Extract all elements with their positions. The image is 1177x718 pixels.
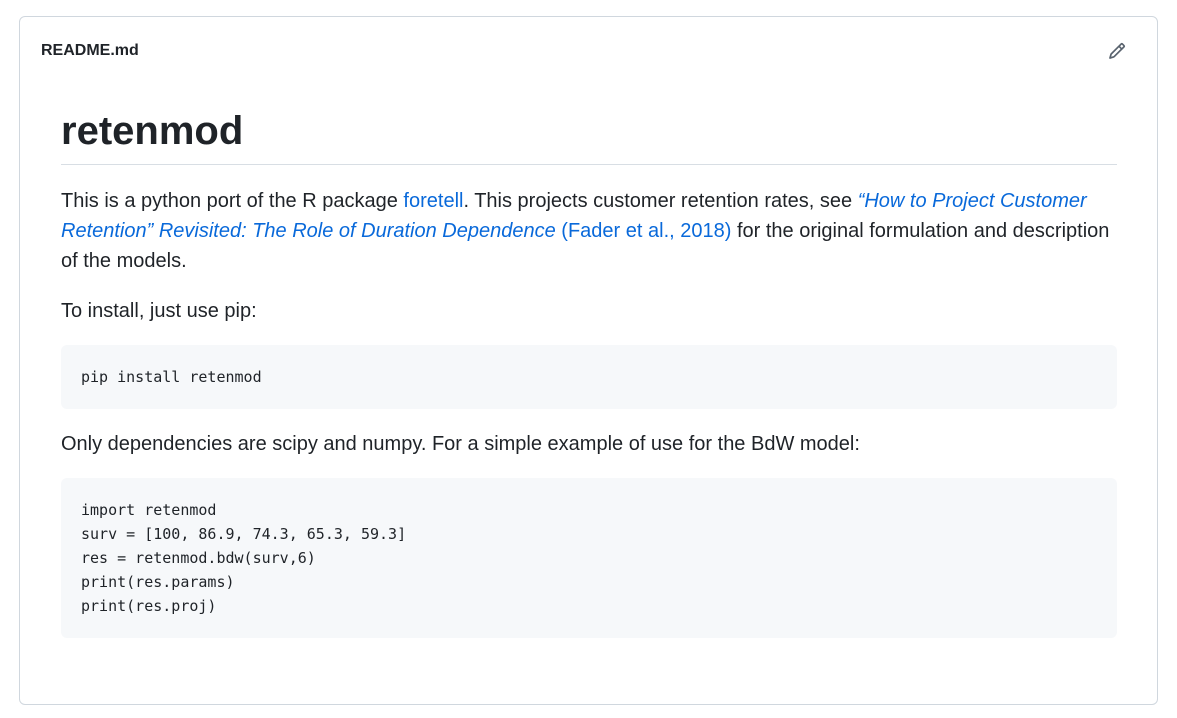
readme-title: retenmod xyxy=(61,107,1117,165)
pencil-icon xyxy=(1109,43,1125,59)
citation-link[interactable]: (Fader et al., 2018) xyxy=(561,220,731,242)
markdown-body: retenmod This is a python port of the R … xyxy=(61,107,1117,638)
code-line: import retenmod xyxy=(81,501,217,519)
code-line: surv = [100, 86.9, 74.3, 65.3, 59.3] xyxy=(81,525,407,543)
code-line: res = retenmod.bdw(surv,6) xyxy=(81,549,316,567)
readme-filename: README.md xyxy=(41,42,139,59)
edit-file-button[interactable] xyxy=(1105,39,1129,63)
install-instructions: To install, just use pip: xyxy=(61,300,257,322)
readme-panel: README.md retenmod This is a python port… xyxy=(19,16,1158,705)
intro-paragraph: This is a python port of the R package f… xyxy=(61,186,1117,276)
code-line: print(res.params) xyxy=(81,573,235,591)
code-line: print(res.proj) xyxy=(81,597,217,615)
intro-text-2: . This projects customer retention rates… xyxy=(463,190,858,212)
install-code-block[interactable]: pip install retenmod xyxy=(61,345,1117,409)
foretell-link[interactable]: foretell xyxy=(403,190,463,212)
readme-header: README.md xyxy=(20,17,1157,87)
dependencies-paragraph: Only dependencies are scipy and numpy. F… xyxy=(61,433,860,455)
code-line: pip install retenmod xyxy=(81,368,262,386)
intro-text-1: This is a python port of the R package xyxy=(61,190,404,212)
example-code-block[interactable]: import retenmod surv = [100, 86.9, 74.3, … xyxy=(61,478,1117,638)
